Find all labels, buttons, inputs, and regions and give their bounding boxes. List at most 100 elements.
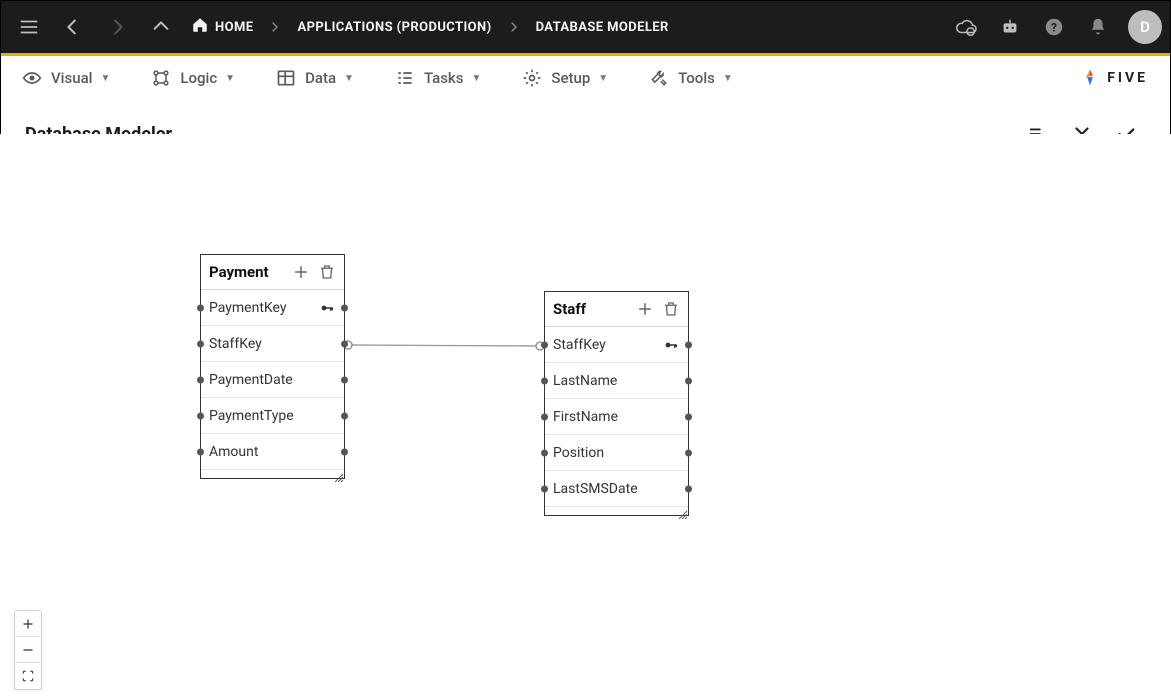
table-row[interactable]: StaffKey <box>201 326 344 362</box>
avatar[interactable]: D <box>1128 10 1162 44</box>
table-row[interactable]: Position <box>545 435 688 471</box>
field-name: FirstName <box>553 409 680 425</box>
menu-button[interactable] <box>9 7 49 47</box>
menu-data[interactable]: Data ▼ <box>275 67 354 89</box>
menu-visual[interactable]: Visual ▼ <box>21 67 110 89</box>
field-name: LastName <box>553 373 680 389</box>
delete-table-button[interactable] <box>660 298 682 320</box>
port-right[interactable] <box>685 341 692 348</box>
port-left[interactable] <box>197 376 204 383</box>
field-name: StaffKey <box>553 337 662 353</box>
bell-icon[interactable] <box>1078 7 1118 47</box>
port-right[interactable] <box>341 376 348 383</box>
table-payment[interactable]: Payment PaymentKey StaffKey PaymentDate … <box>200 254 345 479</box>
field-name: StaffKey <box>209 336 336 352</box>
table-title: Staff <box>553 300 630 318</box>
nav-up-button[interactable] <box>141 7 181 47</box>
breadcrumb-dbmodeler[interactable]: DATABASE MODELER <box>530 20 675 35</box>
port-left[interactable] <box>541 413 548 420</box>
help-icon[interactable] <box>1034 7 1074 47</box>
port-right[interactable] <box>685 449 692 456</box>
chevron-down-icon: ▼ <box>344 73 354 84</box>
breadcrumb-dbmodeler-label: DATABASE MODELER <box>536 20 669 35</box>
menubar: Visual ▼ Logic ▼ Data ▼ Tasks ▼ Setup ▼ … <box>1 56 1170 100</box>
field-name: PaymentDate <box>209 372 336 388</box>
zoom-in-button[interactable] <box>15 611 41 637</box>
eye-icon <box>21 67 43 89</box>
field-name: PaymentKey <box>209 300 318 316</box>
breadcrumb-home[interactable]: HOME <box>185 16 259 38</box>
field-name: Amount <box>209 444 336 460</box>
table-row[interactable]: LastSMSDate <box>545 471 688 507</box>
chevron-down-icon: ▼ <box>225 73 235 84</box>
table-row[interactable]: PaymentDate <box>201 362 344 398</box>
field-name: Position <box>553 445 680 461</box>
table-head: Staff <box>545 292 688 327</box>
field-name: PaymentType <box>209 408 336 424</box>
home-icon <box>191 16 209 38</box>
add-field-button[interactable] <box>290 261 312 283</box>
delete-table-button[interactable] <box>316 261 338 283</box>
port-left[interactable] <box>197 412 204 419</box>
zoom-fit-button[interactable] <box>15 663 41 689</box>
table-row[interactable]: Amount <box>201 434 344 470</box>
chevron-down-icon: ▼ <box>471 73 481 84</box>
brand-mark-icon <box>1079 67 1101 89</box>
resize-handle[interactable] <box>333 467 343 477</box>
gear-icon <box>521 67 543 89</box>
field-name: LastSMSDate <box>553 481 680 497</box>
port-left[interactable] <box>197 340 204 347</box>
zoom-out-button[interactable] <box>15 637 41 663</box>
avatar-initial: D <box>1140 18 1150 36</box>
table-row[interactable]: PaymentType <box>201 398 344 434</box>
port-left[interactable] <box>541 341 548 348</box>
menu-tasks-label: Tasks <box>424 69 464 87</box>
breadcrumb-sep-icon <box>502 19 526 35</box>
port-right[interactable] <box>685 413 692 420</box>
table-row[interactable]: PaymentKey <box>201 290 344 326</box>
key-icon <box>662 336 680 354</box>
port-right[interactable] <box>341 448 348 455</box>
nav-forward-button[interactable] <box>97 7 137 47</box>
table-head: Payment <box>201 255 344 290</box>
menu-setup[interactable]: Setup ▼ <box>521 67 608 89</box>
port-right[interactable] <box>341 340 348 347</box>
breadcrumb-home-label: HOME <box>215 20 253 35</box>
port-left[interactable] <box>541 449 548 456</box>
chevron-down-icon: ▼ <box>723 73 733 84</box>
tasks-icon <box>394 67 416 89</box>
tools-icon <box>648 67 670 89</box>
breadcrumb-sep-icon <box>263 19 287 35</box>
port-left[interactable] <box>197 304 204 311</box>
port-left[interactable] <box>541 485 548 492</box>
logic-icon <box>150 67 172 89</box>
menu-data-label: Data <box>305 69 336 87</box>
port-right[interactable] <box>685 485 692 492</box>
port-left[interactable] <box>541 377 548 384</box>
table-row[interactable]: LastName <box>545 363 688 399</box>
chevron-down-icon: ▼ <box>100 73 110 84</box>
port-right[interactable] <box>685 377 692 384</box>
nav-back-button[interactable] <box>53 7 93 47</box>
table-row[interactable]: FirstName <box>545 399 688 435</box>
breadcrumb-applications[interactable]: APPLICATIONS (PRODUCTION) <box>291 20 497 35</box>
grid-icon <box>275 67 297 89</box>
canvas[interactable]: Payment PaymentKey StaffKey PaymentDate … <box>0 134 1171 696</box>
port-right[interactable] <box>341 412 348 419</box>
key-icon <box>318 299 336 317</box>
zoom-controls <box>14 610 42 690</box>
add-field-button[interactable] <box>634 298 656 320</box>
brand-logo: FIVE <box>1079 67 1148 89</box>
menu-tasks[interactable]: Tasks ▼ <box>394 67 481 89</box>
bot-icon[interactable] <box>990 7 1030 47</box>
table-row[interactable]: StaffKey <box>545 327 688 363</box>
table-title: Payment <box>209 263 286 281</box>
port-right[interactable] <box>341 304 348 311</box>
cloud-icon[interactable] <box>946 7 986 47</box>
menu-tools-label: Tools <box>678 69 715 87</box>
port-left[interactable] <box>197 448 204 455</box>
menu-tools[interactable]: Tools ▼ <box>648 67 733 89</box>
menu-logic[interactable]: Logic ▼ <box>150 67 235 89</box>
table-staff[interactable]: Staff StaffKey LastName FirstName Positi… <box>544 291 689 516</box>
resize-handle[interactable] <box>677 504 687 514</box>
